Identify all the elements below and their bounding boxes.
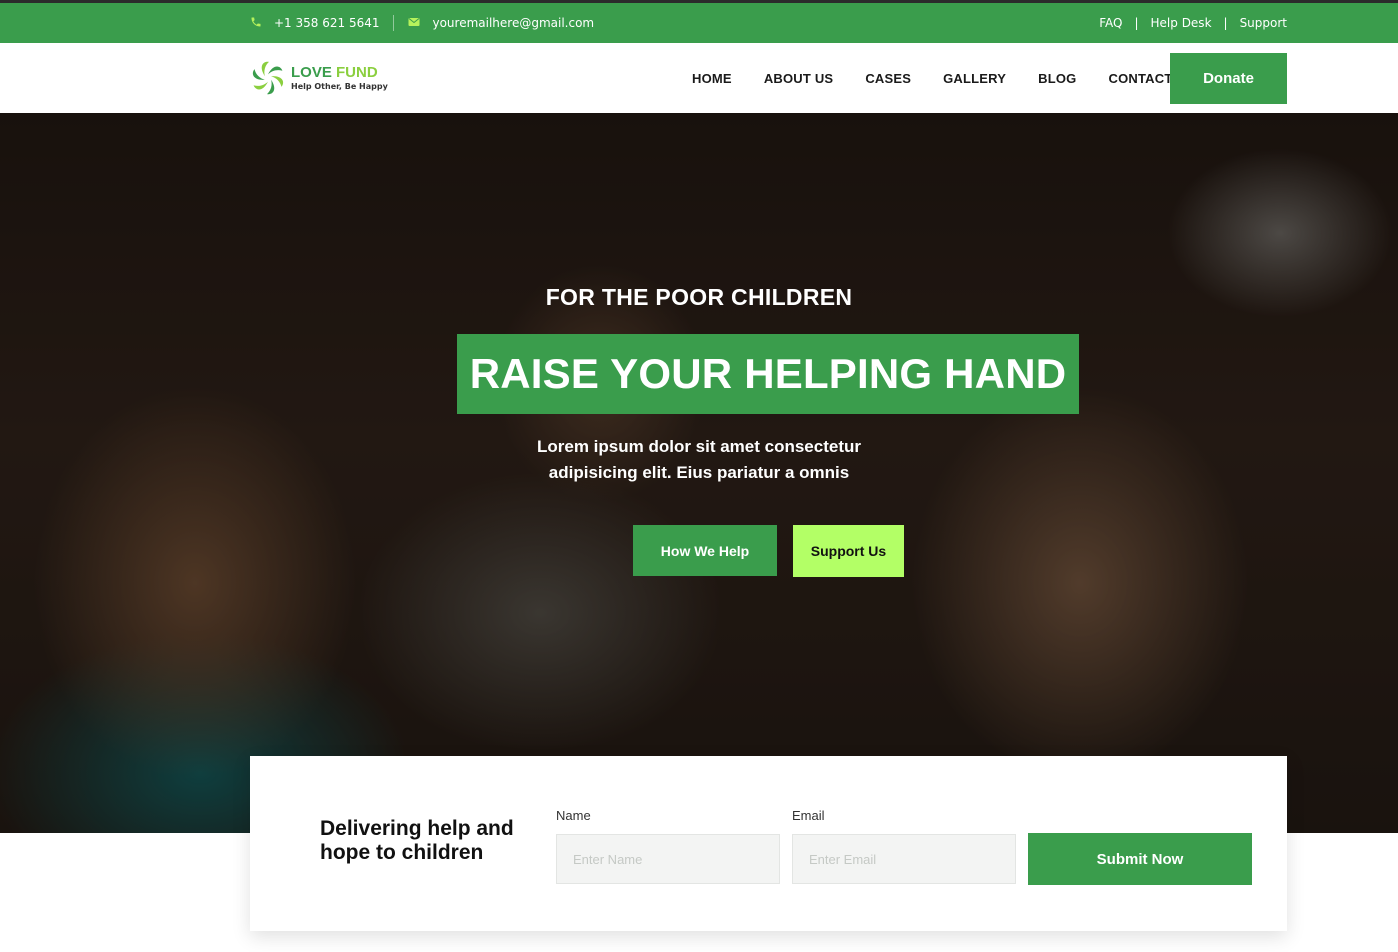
nav-blog[interactable]: BLOG — [1038, 71, 1076, 86]
hero-eyebrow: FOR THE POOR CHILDREN — [545, 284, 853, 310]
email-label: Email — [792, 808, 825, 823]
card-title: Delivering help and hope to children — [320, 817, 514, 864]
nav-contact[interactable]: CONTACT — [1109, 71, 1173, 86]
support-us-button[interactable]: Support Us — [793, 525, 904, 577]
nav-gallery[interactable]: GALLERY — [943, 71, 1006, 86]
divider: | — [1134, 16, 1139, 30]
name-input[interactable] — [556, 834, 780, 884]
email-address[interactable]: youremailhere@gmail.com — [432, 16, 594, 30]
hero-headline-box: RAISE YOUR HELPING HAND — [457, 334, 1079, 414]
main-nav: HOME ABOUT US CASES GALLERY BLOG CONTACT — [692, 43, 1172, 113]
name-label: Name — [556, 808, 591, 823]
brand-name: LOVE FUND — [291, 64, 378, 81]
donate-button[interactable]: Donate — [1170, 53, 1287, 104]
signup-card: Delivering help and hope to children Nam… — [250, 756, 1287, 931]
hero-lead-line: adipisicing elit. Eius pariatur a omnis — [548, 463, 850, 482]
nav-about-us[interactable]: ABOUT US — [764, 71, 834, 86]
nav-home[interactable]: HOME — [692, 71, 732, 86]
nav-cases[interactable]: CASES — [865, 71, 911, 86]
phone-icon — [250, 16, 262, 30]
email-input[interactable] — [792, 834, 1016, 884]
phone-number[interactable]: +1 358 621 5641 — [274, 16, 379, 30]
hero-headline: RAISE YOUR HELPING HAND — [469, 350, 1067, 397]
top-bar: +1 358 621 5641 youremailhere@gmail.com … — [0, 0, 1398, 43]
divider — [393, 15, 395, 31]
brand-tagline: Help Other, Be Happy — [291, 82, 388, 91]
divider: | — [1223, 16, 1228, 30]
how-we-help-button[interactable]: How We Help — [633, 525, 777, 576]
logo[interactable]: LOVE FUND Help Other, Be Happy — [250, 60, 388, 96]
main-header: LOVE FUND Help Other, Be Happy HOME ABOU… — [0, 43, 1398, 113]
hero-lead: Lorem ipsum dolor sit amet consectetur a… — [0, 434, 1398, 486]
faq-link[interactable]: FAQ — [1099, 16, 1122, 30]
hero-lead-line: Lorem ipsum dolor sit amet consectetur — [536, 437, 861, 456]
support-link[interactable]: Support — [1240, 16, 1287, 30]
hero-banner: FOR THE POOR CHILDREN RAISE YOUR HELPING… — [0, 113, 1398, 833]
envelope-icon — [408, 17, 420, 29]
logo-swirl-icon — [252, 61, 284, 95]
help-desk-link[interactable]: Help Desk — [1151, 16, 1212, 30]
submit-button[interactable]: Submit Now — [1028, 833, 1252, 885]
